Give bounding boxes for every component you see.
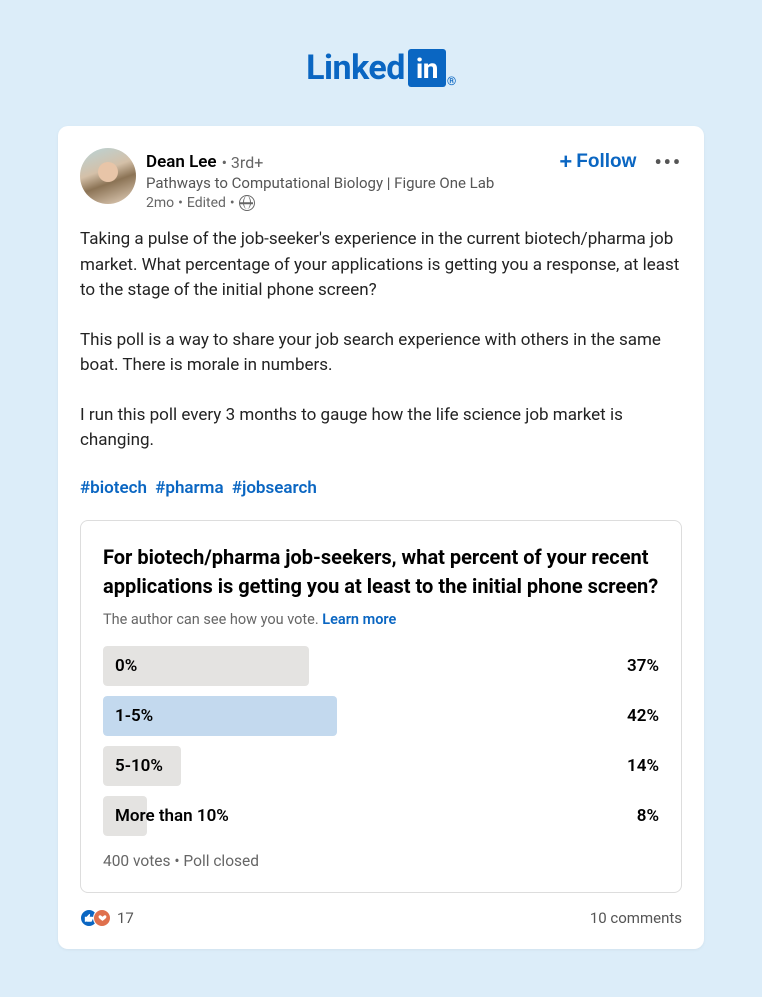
poll-option[interactable]: 0%37% xyxy=(103,646,659,686)
avatar[interactable] xyxy=(80,148,136,204)
reaction-count[interactable]: 17 xyxy=(117,909,134,927)
logo-in-icon: in xyxy=(408,49,446,87)
post-paragraph: Taking a pulse of the job-seeker's exper… xyxy=(80,227,682,304)
logo-text: Linked xyxy=(306,48,405,88)
post-header: Dean Lee • 3rd+ Pathways to Computationa… xyxy=(80,148,682,211)
poll-option-pct: 37% xyxy=(627,656,659,676)
poll-option-pct: 14% xyxy=(627,756,659,776)
poll-option-label: 1-5% xyxy=(103,706,627,726)
poll-option[interactable]: 5-10%14% xyxy=(103,746,659,786)
poll-option-label: More than 10% xyxy=(103,806,637,826)
hashtags: #biotech #pharma #jobsearch xyxy=(80,478,682,498)
reactions-bar: 17 10 comments xyxy=(80,909,682,927)
linkedin-logo: Linked in ® xyxy=(58,48,704,88)
reaction-icons[interactable] xyxy=(80,909,111,927)
more-icon[interactable]: ••• xyxy=(654,150,682,174)
poll-option-label: 0% xyxy=(103,656,627,676)
poll-container: For biotech/pharma job-seekers, what per… xyxy=(80,520,682,893)
plus-icon: + xyxy=(559,151,572,173)
globe-icon xyxy=(239,195,255,211)
poll-option-label: 5-10% xyxy=(103,756,627,776)
post-body: Taking a pulse of the job-seeker's exper… xyxy=(80,227,682,454)
follow-button[interactable]: + Follow xyxy=(559,151,636,173)
poll-question: For biotech/pharma job-seekers, what per… xyxy=(103,543,659,601)
comments-count[interactable]: 10 comments xyxy=(590,909,682,927)
poll-meta: 400 votes • Poll closed xyxy=(103,852,659,870)
edited-label: Edited xyxy=(187,195,226,211)
author-headline: Pathways to Computational Biology | Figu… xyxy=(146,174,559,192)
poll-option-pct: 42% xyxy=(627,706,659,726)
author-name[interactable]: Dean Lee xyxy=(146,152,217,172)
post-card: Dean Lee • 3rd+ Pathways to Computationa… xyxy=(58,126,704,949)
post-time: 2mo xyxy=(146,195,174,211)
hashtag[interactable]: #pharma xyxy=(155,478,223,498)
poll-note: The author can see how you vote. Learn m… xyxy=(103,611,659,628)
poll-option[interactable]: More than 10%8% xyxy=(103,796,659,836)
post-paragraph: I run this poll every 3 months to gauge … xyxy=(80,403,682,454)
registered-mark: ® xyxy=(447,74,456,88)
poll-option[interactable]: 1-5%42% xyxy=(103,696,659,736)
post-paragraph: This poll is a way to share your job sea… xyxy=(80,328,682,379)
hashtag[interactable]: #biotech xyxy=(80,478,147,498)
follow-label: Follow xyxy=(576,151,636,173)
post-meta: 2mo • Edited • xyxy=(146,195,559,211)
poll-option-pct: 8% xyxy=(637,806,659,826)
love-icon xyxy=(93,909,111,927)
learn-more-link[interactable]: Learn more xyxy=(322,611,396,628)
connection-degree: • 3rd+ xyxy=(222,153,264,172)
hashtag[interactable]: #jobsearch xyxy=(232,478,317,498)
